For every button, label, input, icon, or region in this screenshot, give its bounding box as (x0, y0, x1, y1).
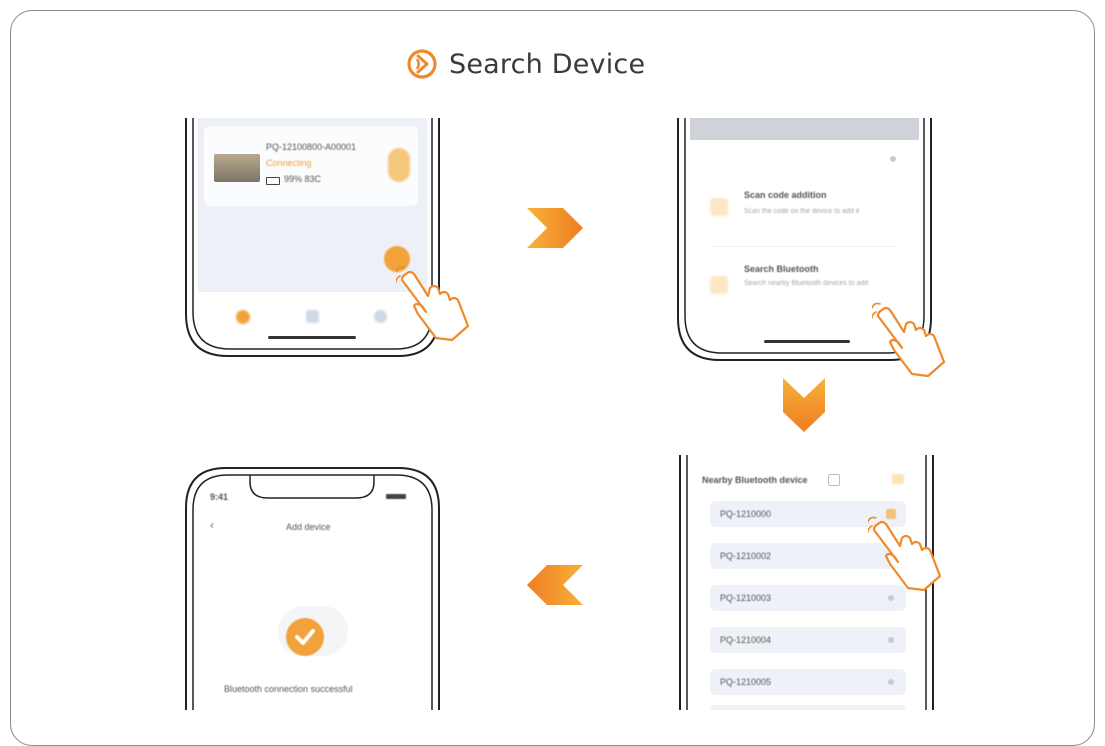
scan-code-icon (710, 198, 728, 216)
device-card[interactable]: PQ-12100800-A00001 Connecting 99% 83C (204, 126, 418, 206)
option-divider (712, 246, 898, 247)
home-screen: PQ-12100800-A00001 Connecting 99% 83C (198, 118, 427, 344)
close-icon[interactable] (890, 156, 896, 162)
tap-hand-icon (868, 516, 942, 592)
add-icon[interactable] (888, 679, 894, 685)
device-row-5[interactable]: PQ-1210005 (710, 669, 906, 695)
device-row-name: PQ-1210002 (720, 551, 772, 561)
option-scan-code[interactable]: Scan code addition Scan the code on the … (704, 176, 904, 242)
device-row-name: PQ-1210003 (720, 593, 772, 603)
battery-icon (266, 177, 280, 185)
arrow-left-icon (527, 565, 583, 605)
power-button[interactable] (388, 148, 410, 182)
device-row-6[interactable] (710, 705, 906, 710)
bluetooth-search-icon (407, 49, 437, 79)
tap-hand-icon (396, 266, 470, 342)
status-time: 9:41 (210, 492, 229, 502)
help-icon[interactable] (828, 474, 840, 486)
success-check-icon (286, 618, 324, 656)
bottom-nav (198, 292, 427, 344)
phone-step-4: 9:41 ‹ Add device Bluetooth connection s… (184, 466, 441, 710)
add-icon[interactable] (888, 637, 894, 643)
device-row-name: PQ-1210004 (720, 635, 772, 645)
success-message: Bluetooth connection successful (224, 684, 353, 694)
option-scan-desc: Scan the code on the device to add it (744, 208, 860, 215)
add-device-title: Add device (286, 522, 331, 532)
back-icon[interactable]: ‹ (210, 518, 214, 532)
device-name: PQ-12100800-A00001 (266, 142, 357, 152)
home-indicator (764, 340, 850, 343)
device-row-name: PQ-1210005 (720, 677, 772, 687)
device-row-name: PQ-1210000 (720, 509, 772, 519)
nav-profile-icon[interactable] (374, 310, 387, 323)
device-status: Connecting (266, 158, 312, 168)
page-title: Search Device (405, 44, 645, 84)
tap-hand-icon (872, 302, 946, 378)
page-title-text: Search Device (449, 48, 646, 80)
arrow-down-icon (783, 378, 825, 432)
nav-home-icon[interactable] (236, 310, 250, 324)
list-title: Nearby Bluetooth device (702, 475, 808, 485)
home-indicator (268, 336, 356, 339)
status-icons (386, 494, 406, 499)
bluetooth-icon (710, 276, 728, 294)
option-scan-title: Scan code addition (744, 190, 827, 200)
arrow-right-icon (527, 208, 583, 248)
dim-overlay (690, 118, 919, 140)
device-spec: 99% 83C (284, 174, 322, 184)
device-row-4[interactable]: PQ-1210004 (710, 627, 906, 653)
add-icon[interactable] (888, 595, 894, 601)
device-image (214, 154, 260, 182)
nav-scene-icon[interactable] (306, 310, 319, 323)
refresh-icon[interactable] (892, 474, 904, 484)
option-bluetooth-desc: Search nearby Bluetooth devices to add (744, 280, 869, 287)
option-bluetooth-title: Search Bluetooth (744, 264, 819, 274)
